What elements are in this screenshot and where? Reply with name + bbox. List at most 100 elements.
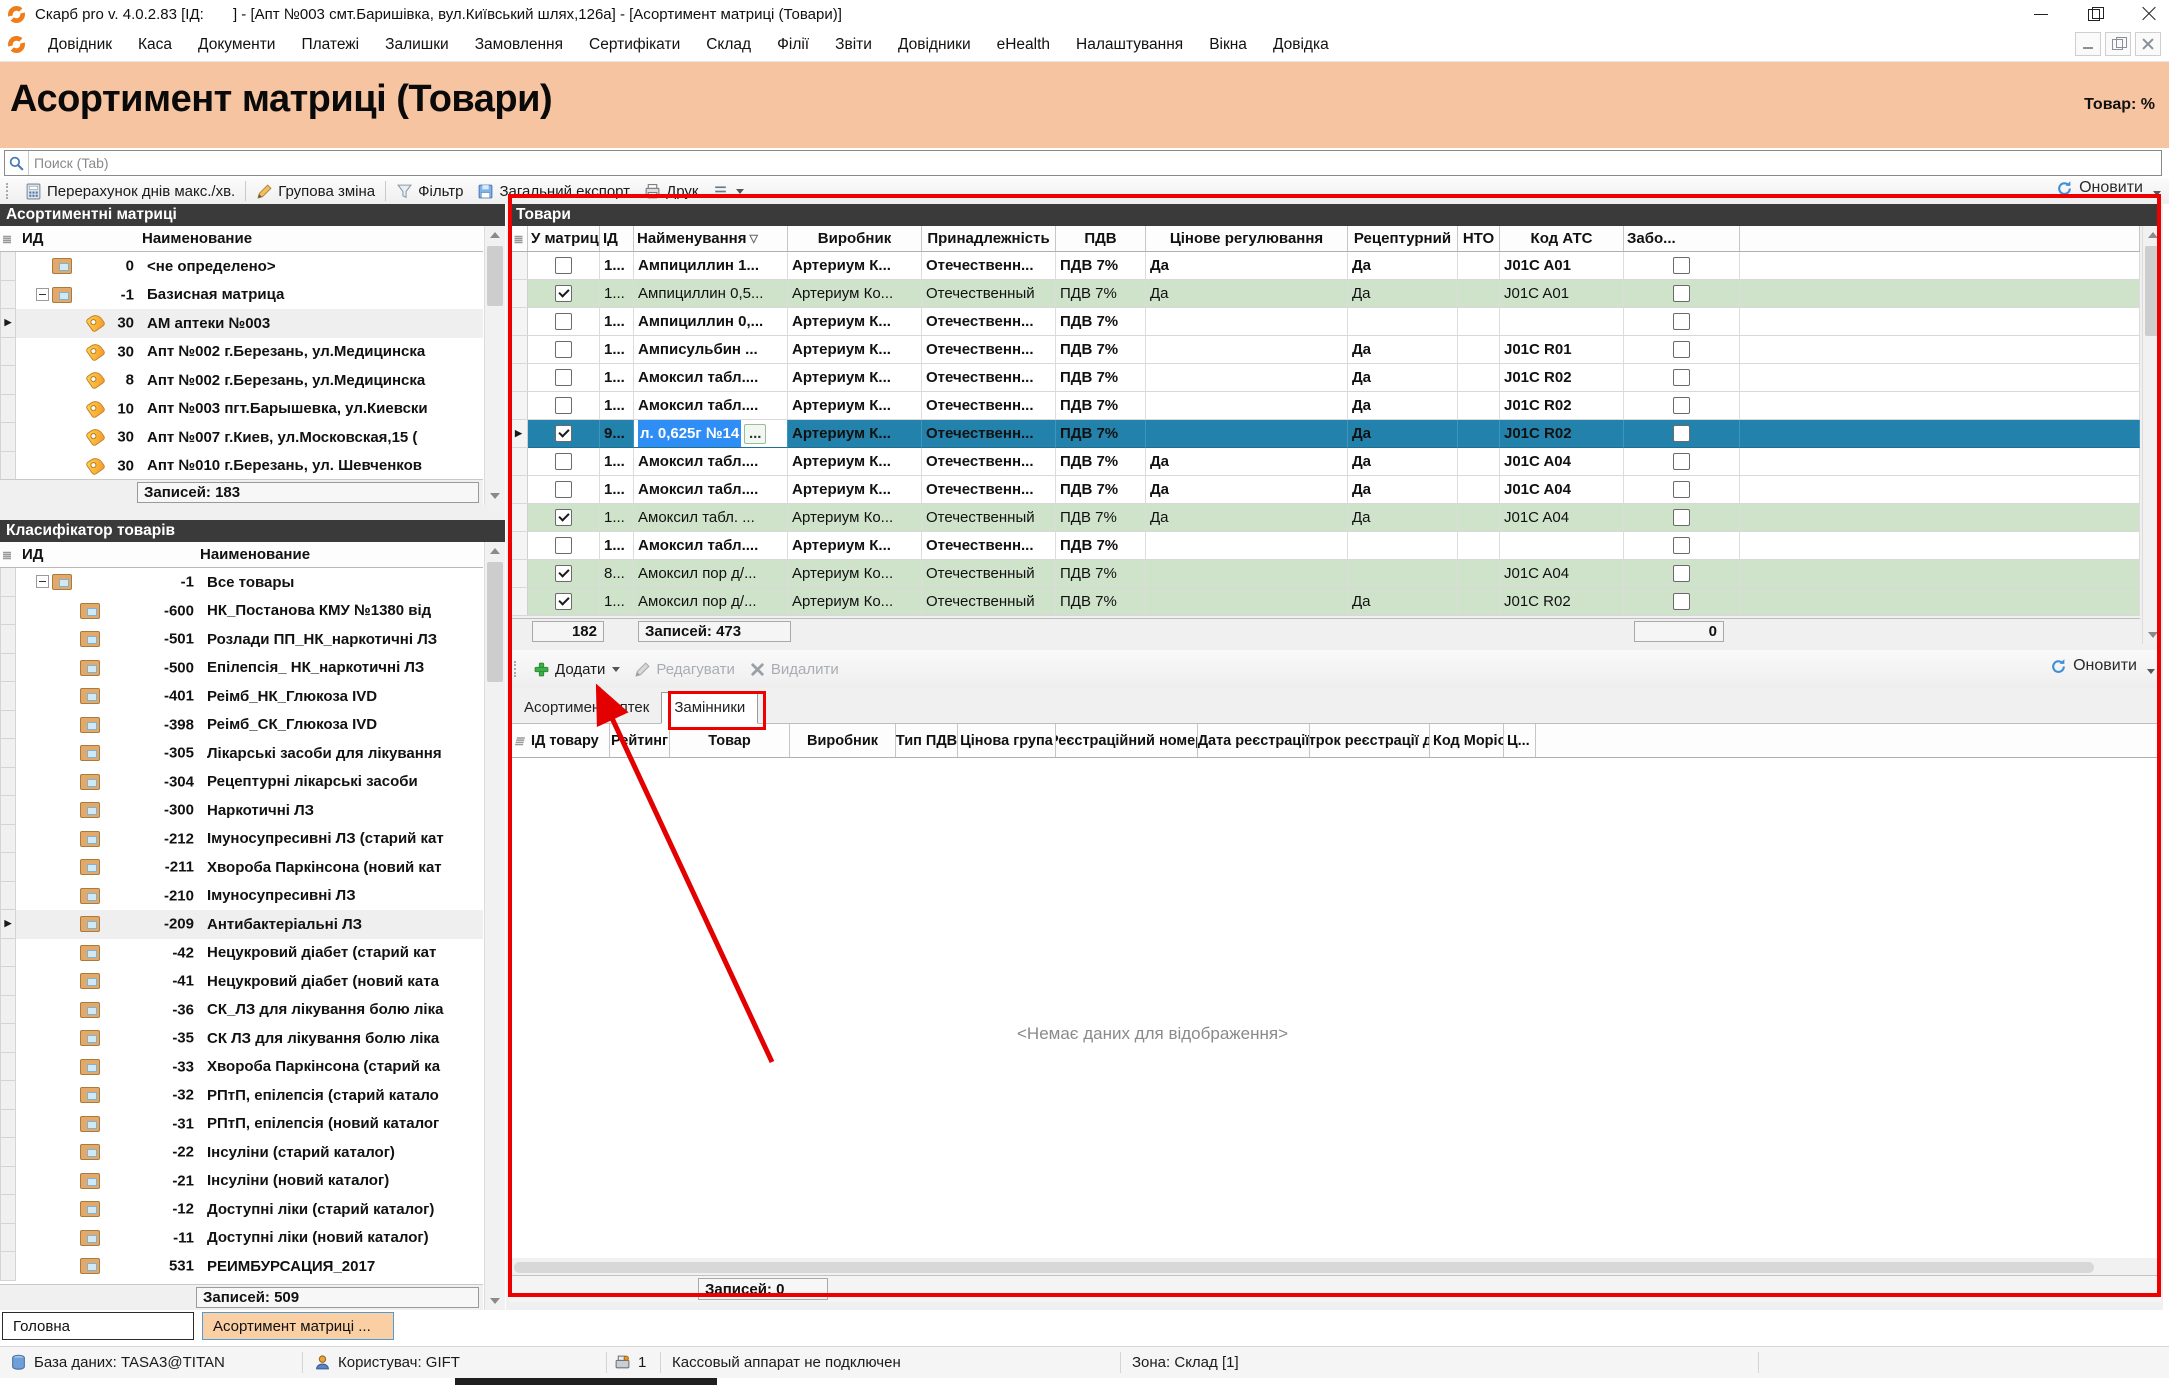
substitutes-column[interactable]: Тип ПДВ (896, 724, 958, 757)
mdi-restore-icon[interactable] (2105, 32, 2131, 56)
in-matrix-cell[interactable] (528, 308, 600, 336)
in-matrix-checkbox[interactable] (555, 397, 572, 414)
name-cell[interactable]: Амоксил табл. ... ... (634, 504, 788, 532)
ban-checkbox[interactable] (1673, 369, 1690, 386)
classifier-tree-row[interactable]: -210 Імуносупресивні ЛЗ (0, 882, 483, 911)
product-row[interactable]: 1... Амписульбин ... ... Артериум К... О… (510, 336, 2140, 364)
column-rx[interactable]: Рецептурний (1348, 226, 1458, 251)
search-input[interactable] (29, 151, 2161, 175)
matrix-tree-row[interactable]: 30 АМ аптеки №003 (0, 309, 483, 338)
in-matrix-checkbox[interactable] (555, 425, 572, 442)
print-button[interactable]: Друк (637, 179, 705, 203)
substitutes-column[interactable]: Ц... (1504, 724, 1536, 757)
column-name[interactable]: Наименование (200, 546, 310, 563)
minimize-icon[interactable] (2033, 6, 2049, 22)
mdi-minimize-icon[interactable] (2075, 32, 2101, 56)
ban-checkbox[interactable] (1673, 397, 1690, 414)
product-row[interactable]: 1... Амоксил табл.... ... Артериум К... … (510, 392, 2140, 420)
ban-cell[interactable] (1624, 560, 1740, 588)
matrix-tree-row[interactable]: 8 Апт №002 г.Березань, ул.Медицинска (0, 366, 483, 395)
filter-button[interactable]: Фільтр (389, 179, 470, 203)
detail-refresh-button[interactable]: Оновити (2050, 657, 2137, 675)
in-matrix-checkbox[interactable] (555, 509, 572, 526)
menu-item[interactable]: Філії (764, 31, 822, 59)
substitutes-column[interactable]: Виробник (790, 724, 896, 757)
classifier-tree-row[interactable]: -401 Реімб_НК_Глюкоза IVD (0, 682, 483, 711)
name-cell[interactable]: Амоксил табл.... ... (634, 476, 788, 504)
column-origin[interactable]: Принадлежність (922, 226, 1056, 251)
classifier-tree-row[interactable]: -209 Антибактеріальні ЛЗ (0, 910, 483, 939)
refresh-caret-icon[interactable] (2147, 669, 2155, 674)
in-matrix-cell[interactable] (528, 280, 600, 308)
delete-button[interactable]: Видалити (742, 657, 846, 681)
edit-button[interactable]: Редагувати (627, 657, 742, 681)
classifier-tree-row[interactable]: -11 Доступні ліки (новий каталог) (0, 1224, 483, 1253)
classifier-tree-row[interactable]: -32 РПтП, епілепсія (старий катало (0, 1081, 483, 1110)
ban-checkbox[interactable] (1673, 341, 1690, 358)
column-chooser-icon[interactable]: ≣ (510, 226, 528, 251)
scroll-up-icon[interactable] (490, 548, 500, 554)
name-cell[interactable]: Амоксил табл.... ... (634, 364, 788, 392)
menu-item[interactable]: Налаштування (1063, 31, 1196, 59)
menu-item[interactable]: Каса (125, 31, 185, 59)
menu-item[interactable]: Сертифікати (576, 31, 693, 59)
classifier-tree-row[interactable]: -501 Розлади ПП_НК_наркотичні ЛЗ (0, 625, 483, 654)
column-id[interactable]: ИД (22, 230, 43, 247)
substitutes-column[interactable]: ІД товару (528, 724, 610, 757)
scroll-down-icon[interactable] (490, 493, 500, 499)
add-button[interactable]: Додати (526, 657, 627, 681)
classifier-tree-row[interactable]: -35 СК ЛЗ для лікування болю ліка (0, 1024, 483, 1053)
ban-cell[interactable] (1624, 504, 1740, 532)
matrix-tree-row[interactable]: 30 Апт №007 г.Киев, ул.Московская,15 ( (0, 423, 483, 452)
group-change-button[interactable]: Групова зміна (249, 179, 382, 203)
menu-item[interactable]: Документи (185, 31, 288, 59)
scroll-up-icon[interactable] (2148, 232, 2158, 238)
classifier-tree-row[interactable]: -33 Хвороба Паркінсона (старий ка (0, 1053, 483, 1082)
ban-checkbox[interactable] (1673, 285, 1690, 302)
classifier-scrollbar[interactable] (484, 542, 505, 1310)
tab-home[interactable]: Головна (2, 1312, 194, 1340)
in-matrix-checkbox[interactable] (555, 481, 572, 498)
name-cell[interactable]: Амписульбин ... ... (634, 336, 788, 364)
matrices-scrollbar[interactable] (484, 226, 505, 505)
name-cell[interactable]: Ампициллин 1... ... (634, 252, 788, 280)
product-row[interactable]: 1... Ампициллин 0,5... ... Артериум Ко..… (510, 280, 2140, 308)
name-cell[interactable]: Ампициллин 0,5... ... (634, 280, 788, 308)
column-in-matrix[interactable]: У матриці (528, 226, 600, 251)
substitutes-column[interactable]: Код Моріона (1430, 724, 1504, 757)
ban-checkbox[interactable] (1673, 509, 1690, 526)
name-cell[interactable]: Ампициллин 0,... ... (634, 308, 788, 336)
classifier-tree-row[interactable]: -36 СК_ЛЗ для лікування болю ліка (0, 996, 483, 1025)
in-matrix-cell[interactable] (528, 532, 600, 560)
ban-checkbox[interactable] (1673, 537, 1690, 554)
ban-cell[interactable] (1624, 364, 1740, 392)
ban-checkbox[interactable] (1673, 593, 1690, 610)
restore-icon[interactable] (2087, 6, 2103, 22)
in-matrix-cell[interactable] (528, 476, 600, 504)
product-row[interactable]: 1... Амоксил табл.... ... Артериум К... … (510, 476, 2140, 504)
in-matrix-checkbox[interactable] (555, 369, 572, 386)
classifier-tree-row[interactable]: -31 РПтП, епілепсія (новий каталог (0, 1110, 483, 1139)
classifier-tree-row[interactable]: -1 Все товары (0, 568, 483, 597)
ellipsis-button[interactable]: ... (744, 424, 766, 444)
ban-checkbox[interactable] (1673, 425, 1690, 442)
menu-item[interactable]: Вікна (1196, 31, 1260, 59)
scroll-thumb[interactable] (487, 246, 503, 306)
substitutes-column[interactable]: Цінова група (958, 724, 1056, 757)
ban-cell[interactable] (1624, 448, 1740, 476)
menu-item[interactable]: Платежі (288, 31, 372, 59)
close-icon[interactable] (2141, 6, 2157, 22)
substitutes-column[interactable]: Рейтинг (610, 724, 670, 757)
ban-cell[interactable] (1624, 252, 1740, 280)
ban-checkbox[interactable] (1673, 565, 1690, 582)
ban-cell[interactable] (1624, 280, 1740, 308)
product-row[interactable]: 1... Ампициллин 0,... ... Артериум К... … (510, 308, 2140, 336)
classifier-tree-row[interactable]: 531 РЕИМБУРСАЦИЯ_2017 (0, 1252, 483, 1281)
product-row[interactable]: 9... л. 0,625г №14 ... Артериум К... Оте… (510, 420, 2140, 448)
menu-item[interactable]: Довідники (885, 31, 984, 59)
name-cell[interactable]: л. 0,625г №14 ... (634, 420, 788, 448)
column-chooser-icon[interactable]: ≣ (510, 734, 528, 748)
classifier-tree-row[interactable]: -398 Реімб_СК_Глюкоза IVD (0, 711, 483, 740)
name-cell[interactable]: Амоксил пор д/... ... (634, 560, 788, 588)
in-matrix-checkbox[interactable] (555, 313, 572, 330)
